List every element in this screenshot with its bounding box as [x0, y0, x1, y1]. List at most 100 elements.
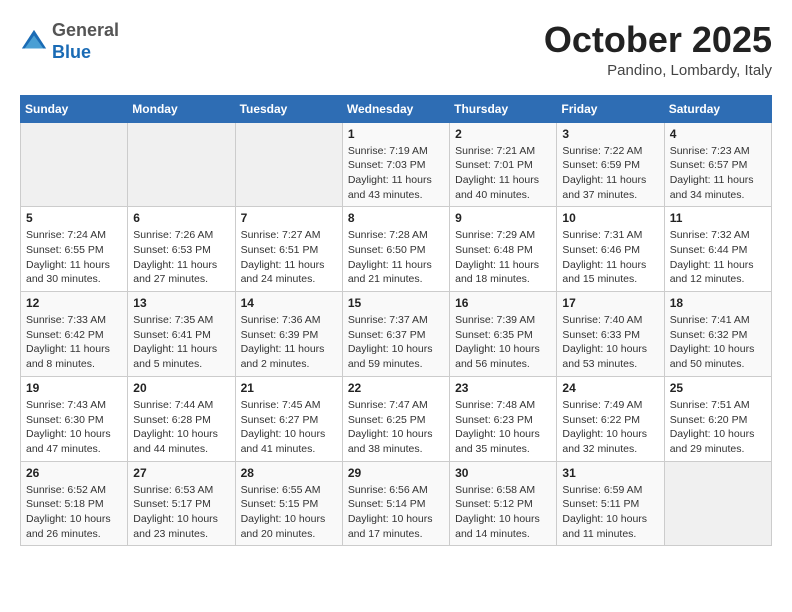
calendar-cell: 26Sunrise: 6:52 AMSunset: 5:18 PMDayligh… [21, 461, 128, 546]
day-info: Sunrise: 7:31 AMSunset: 6:46 PMDaylight:… [562, 228, 658, 287]
logo-text: General Blue [52, 20, 119, 63]
day-info: Sunrise: 7:22 AMSunset: 6:59 PMDaylight:… [562, 144, 658, 203]
day-info: Sunrise: 7:19 AMSunset: 7:03 PMDaylight:… [348, 144, 444, 203]
calendar-cell: 15 Sunrise: 7:37 AMSunset: 6:37 PMDayligh… [342, 292, 449, 377]
day-info: Sunrise: 7:33 AMSunset: 6:42 PMDaylight:… [26, 313, 122, 372]
day-number: 18 [670, 296, 766, 310]
calendar-cell: 12 Sunrise: 7:33 AMSunset: 6:42 PMDayligh… [21, 292, 128, 377]
day-info: Sunrise: 6:55 AMSunset: 5:15 PMDaylight:… [241, 483, 337, 542]
day-number: 13 [133, 296, 229, 310]
calendar-cell [21, 122, 128, 207]
day-number: 1 [348, 127, 444, 141]
day-info: Sunrise: 7:36 AMSunset: 6:39 PMDaylight:… [241, 313, 337, 372]
calendar-table: SundayMondayTuesdayWednesdayThursdayFrid… [20, 95, 772, 547]
day-number: 8 [348, 211, 444, 225]
day-info: Sunrise: 6:59 AMSunset: 5:11 PMDaylight:… [562, 483, 658, 542]
day-number: 14 [241, 296, 337, 310]
day-number: 19 [26, 381, 122, 395]
day-number: 28 [241, 466, 337, 480]
calendar-cell: 28 Sunrise: 6:55 AMSunset: 5:15 PMDayligh… [235, 461, 342, 546]
day-number: 11 [670, 211, 766, 225]
day-number: 21 [241, 381, 337, 395]
calendar-header-row: SundayMondayTuesdayWednesdayThursdayFrid… [21, 95, 772, 122]
calendar-week-row: 12 Sunrise: 7:33 AMSunset: 6:42 PMDayligh… [21, 292, 772, 377]
calendar-cell: 22 Sunrise: 7:47 AMSunset: 6:25 PMDayligh… [342, 376, 449, 461]
day-info: Sunrise: 7:47 AMSunset: 6:25 PMDaylight:… [348, 398, 444, 457]
calendar-cell: 24 Sunrise: 7:49 AMSunset: 6:22 PMDayligh… [557, 376, 664, 461]
calendar-day-header: Sunday [21, 95, 128, 122]
day-info: Sunrise: 7:29 AMSunset: 6:48 PMDaylight:… [455, 228, 551, 287]
day-number: 30 [455, 466, 551, 480]
calendar-cell: 17Sunrise: 7:40 AMSunset: 6:33 PMDayligh… [557, 292, 664, 377]
calendar-week-row: 26Sunrise: 6:52 AMSunset: 5:18 PMDayligh… [21, 461, 772, 546]
day-number: 24 [562, 381, 658, 395]
day-number: 6 [133, 211, 229, 225]
calendar-day-header: Saturday [664, 95, 771, 122]
day-number: 31 [562, 466, 658, 480]
calendar-week-row: 5Sunrise: 7:24 AMSunset: 6:55 PMDaylight… [21, 207, 772, 292]
calendar-cell [235, 122, 342, 207]
calendar-cell: 9Sunrise: 7:29 AMSunset: 6:48 PMDaylight… [450, 207, 557, 292]
calendar-cell: 5Sunrise: 7:24 AMSunset: 6:55 PMDaylight… [21, 207, 128, 292]
calendar-cell: 10 Sunrise: 7:31 AMSunset: 6:46 PMDayligh… [557, 207, 664, 292]
day-number: 20 [133, 381, 229, 395]
calendar-day-header: Wednesday [342, 95, 449, 122]
title-block: October 2025 Pandino, Lombardy, Italy [544, 20, 772, 79]
calendar-cell: 19Sunrise: 7:43 AMSunset: 6:30 PMDayligh… [21, 376, 128, 461]
calendar-cell: 6 Sunrise: 7:26 AMSunset: 6:53 PMDaylight… [128, 207, 235, 292]
day-number: 7 [241, 211, 337, 225]
calendar-day-header: Thursday [450, 95, 557, 122]
calendar-day-header: Friday [557, 95, 664, 122]
day-info: Sunrise: 7:51 AMSunset: 6:20 PMDaylight:… [670, 398, 766, 457]
calendar-cell: 21 Sunrise: 7:45 AMSunset: 6:27 PMDayligh… [235, 376, 342, 461]
day-number: 23 [455, 381, 551, 395]
day-number: 16 [455, 296, 551, 310]
day-info: Sunrise: 7:24 AMSunset: 6:55 PMDaylight:… [26, 228, 122, 287]
day-info: Sunrise: 7:37 AMSunset: 6:37 PMDaylight:… [348, 313, 444, 372]
day-info: Sunrise: 7:32 AMSunset: 6:44 PMDaylight:… [670, 228, 766, 287]
calendar-cell: 31 Sunrise: 6:59 AMSunset: 5:11 PMDayligh… [557, 461, 664, 546]
day-number: 12 [26, 296, 122, 310]
calendar-cell: 30 Sunrise: 6:58 AMSunset: 5:12 PMDayligh… [450, 461, 557, 546]
calendar-cell: 14 Sunrise: 7:36 AMSunset: 6:39 PMDayligh… [235, 292, 342, 377]
logo-icon [20, 28, 48, 56]
day-number: 3 [562, 127, 658, 141]
calendar-cell: 2Sunrise: 7:21 AMSunset: 7:01 PMDaylight… [450, 122, 557, 207]
day-info: Sunrise: 7:28 AMSunset: 6:50 PMDaylight:… [348, 228, 444, 287]
location-subtitle: Pandino, Lombardy, Italy [544, 62, 772, 79]
day-number: 10 [562, 211, 658, 225]
calendar-cell: 4Sunrise: 7:23 AMSunset: 6:57 PMDaylight… [664, 122, 771, 207]
day-info: Sunrise: 6:53 AMSunset: 5:17 PMDaylight:… [133, 483, 229, 542]
logo-blue-text: Blue [52, 42, 91, 62]
calendar-cell: 29Sunrise: 6:56 AMSunset: 5:14 PMDayligh… [342, 461, 449, 546]
day-number: 27 [133, 466, 229, 480]
day-info: Sunrise: 6:58 AMSunset: 5:12 PMDaylight:… [455, 483, 551, 542]
calendar-cell: 16 Sunrise: 7:39 AMSunset: 6:35 PMDayligh… [450, 292, 557, 377]
calendar-cell [128, 122, 235, 207]
calendar-cell: 25 Sunrise: 7:51 AMSunset: 6:20 PMDayligh… [664, 376, 771, 461]
day-number: 25 [670, 381, 766, 395]
day-info: Sunrise: 7:48 AMSunset: 6:23 PMDaylight:… [455, 398, 551, 457]
day-info: Sunrise: 7:45 AMSunset: 6:27 PMDaylight:… [241, 398, 337, 457]
day-info: Sunrise: 7:26 AMSunset: 6:53 PMDaylight:… [133, 228, 229, 287]
day-info: Sunrise: 7:39 AMSunset: 6:35 PMDaylight:… [455, 313, 551, 372]
calendar-day-header: Monday [128, 95, 235, 122]
day-number: 22 [348, 381, 444, 395]
day-number: 29 [348, 466, 444, 480]
logo-general-text: General [52, 20, 119, 40]
day-info: Sunrise: 7:49 AMSunset: 6:22 PMDaylight:… [562, 398, 658, 457]
calendar-cell: 11 Sunrise: 7:32 AMSunset: 6:44 PMDayligh… [664, 207, 771, 292]
day-info: Sunrise: 7:35 AMSunset: 6:41 PMDaylight:… [133, 313, 229, 372]
calendar-week-row: 1 Sunrise: 7:19 AMSunset: 7:03 PMDaylight… [21, 122, 772, 207]
day-number: 2 [455, 127, 551, 141]
calendar-week-row: 19Sunrise: 7:43 AMSunset: 6:30 PMDayligh… [21, 376, 772, 461]
day-info: Sunrise: 7:23 AMSunset: 6:57 PMDaylight:… [670, 144, 766, 203]
calendar-cell: 7Sunrise: 7:27 AMSunset: 6:51 PMDaylight… [235, 207, 342, 292]
day-info: Sunrise: 7:41 AMSunset: 6:32 PMDaylight:… [670, 313, 766, 372]
calendar-cell: 23 Sunrise: 7:48 AMSunset: 6:23 PMDayligh… [450, 376, 557, 461]
day-info: Sunrise: 6:52 AMSunset: 5:18 PMDaylight:… [26, 483, 122, 542]
day-number: 15 [348, 296, 444, 310]
calendar-cell: 13 Sunrise: 7:35 AMSunset: 6:41 PMDayligh… [128, 292, 235, 377]
calendar-cell: 27 Sunrise: 6:53 AMSunset: 5:17 PMDayligh… [128, 461, 235, 546]
calendar-cell: 8 Sunrise: 7:28 AMSunset: 6:50 PMDaylight… [342, 207, 449, 292]
